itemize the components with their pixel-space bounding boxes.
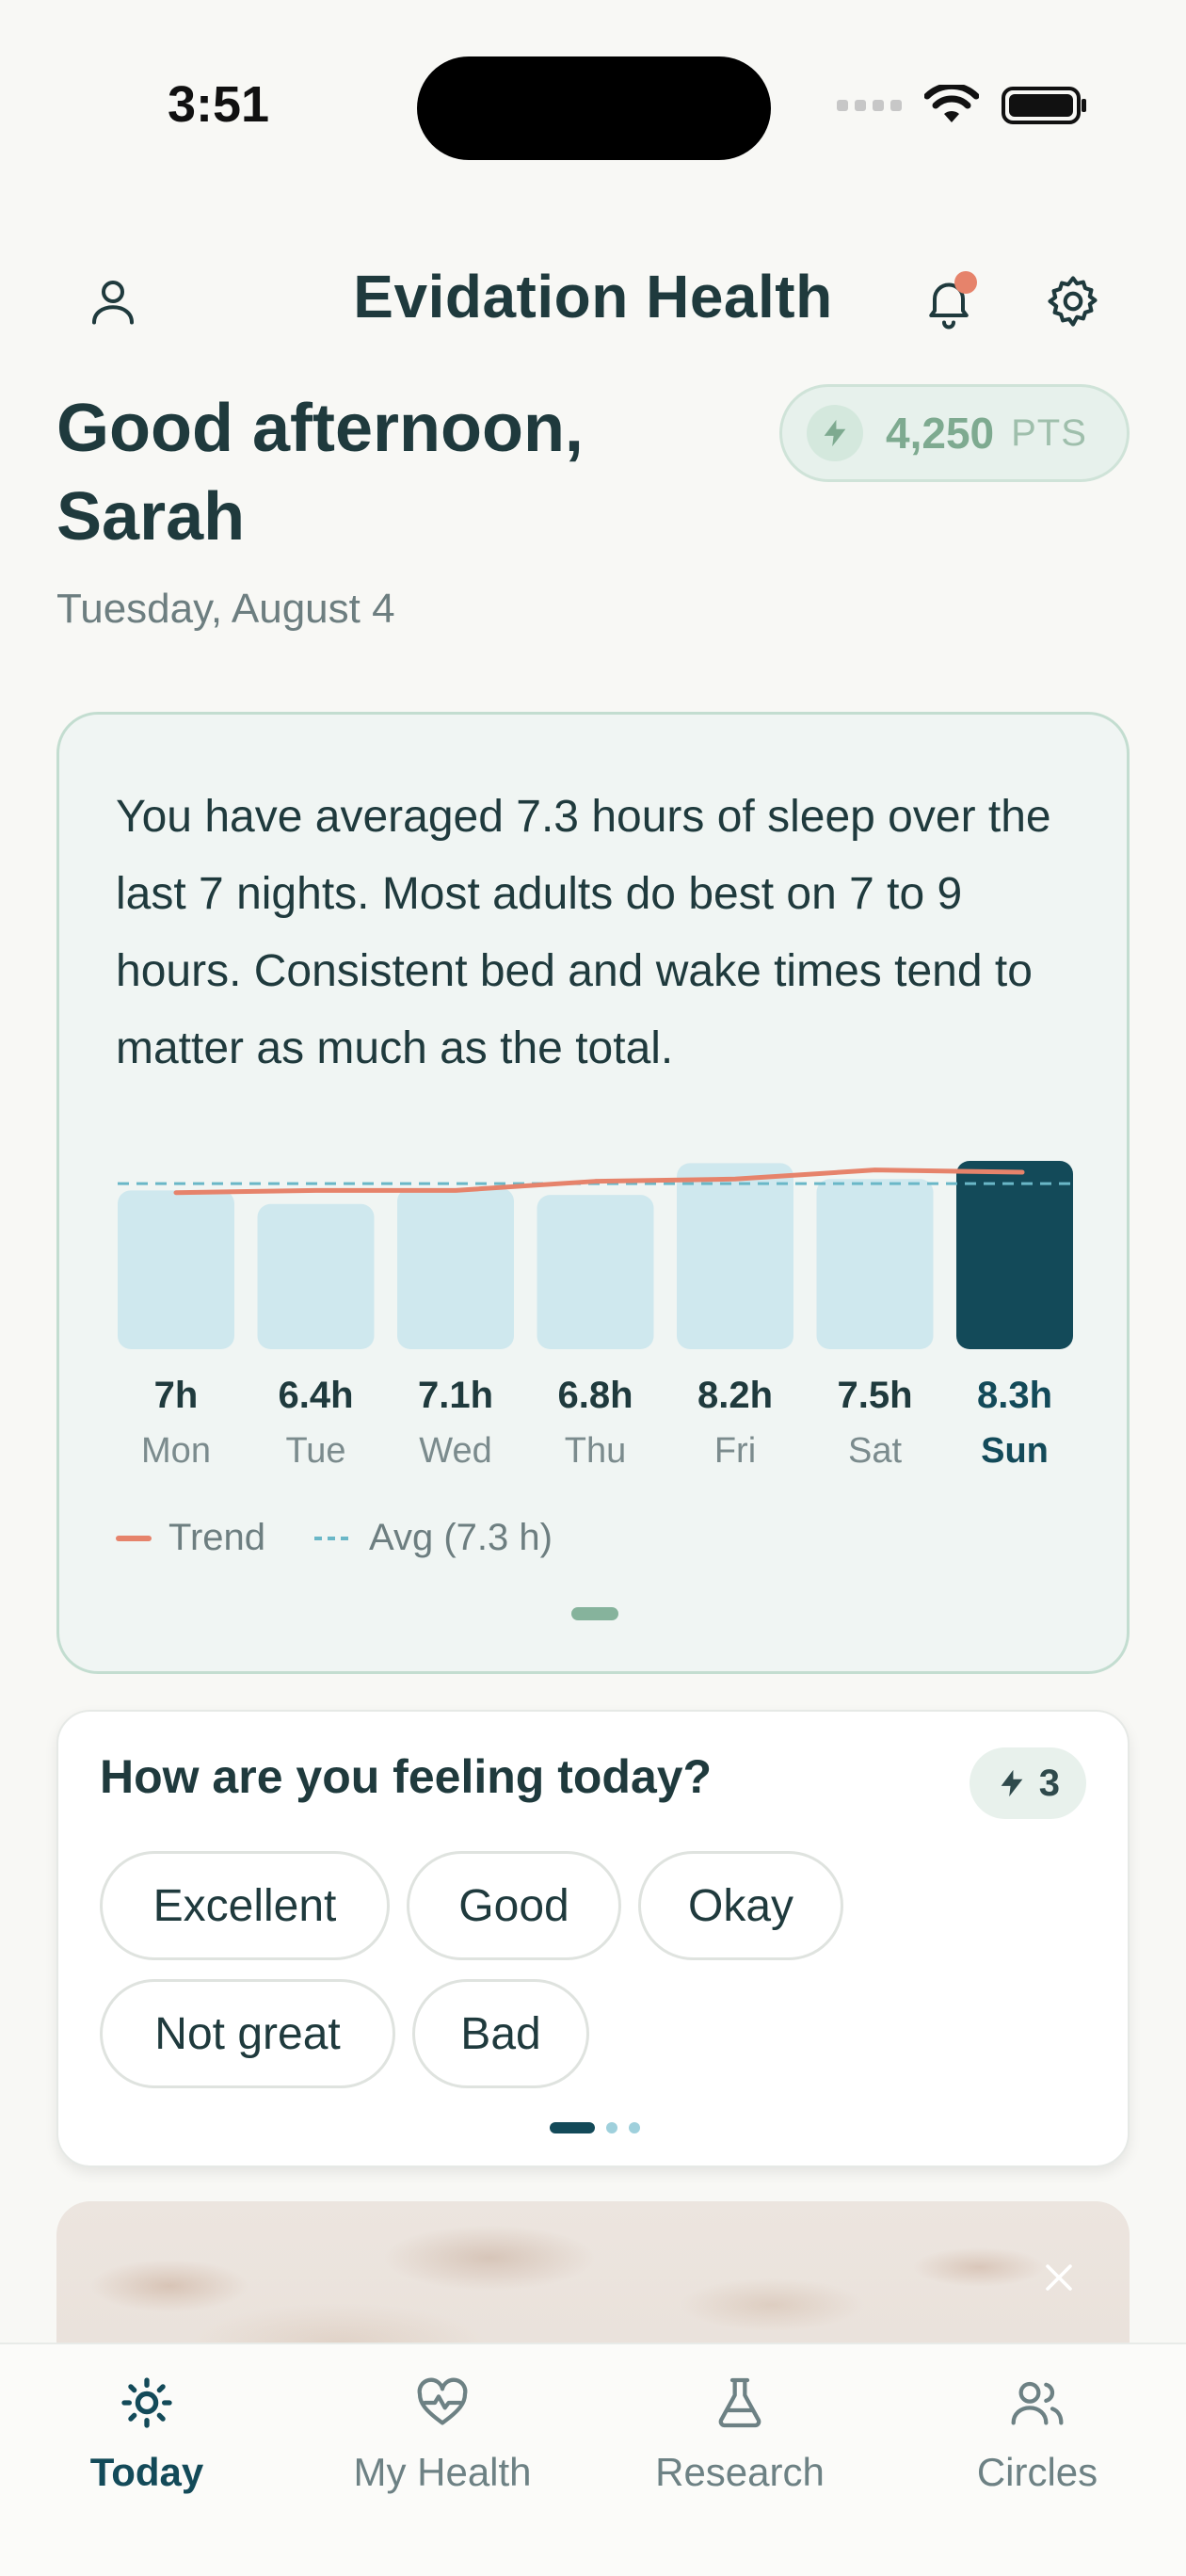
greeting-heading: Good afternoon, Sarah [56, 391, 584, 555]
tab-label: Today [89, 2450, 204, 2494]
cellular-signal-icon [837, 100, 902, 111]
day-label: Tue [285, 1431, 345, 1471]
sleep-bar-tue[interactable] [257, 1203, 375, 1349]
dynamic-island [417, 56, 771, 160]
bottom-tab-bar: Today My Health Research Circles [0, 2343, 1186, 2576]
users-icon [1000, 2365, 1075, 2440]
points-unit: PTS [1011, 411, 1087, 454]
day-label: Sun [981, 1431, 1049, 1471]
app-header: Evidation Health [0, 245, 1186, 348]
dismiss-card-button[interactable] [1035, 2254, 1082, 2301]
bolt-icon [807, 405, 863, 461]
sleep-bar-thu[interactable] [537, 1195, 654, 1349]
heart-pulse-icon [405, 2365, 480, 2440]
day-label: Wed [419, 1431, 491, 1471]
tab-research[interactable]: Research [599, 2365, 881, 2495]
tab-label: Research [655, 2450, 825, 2494]
page-dot [606, 2122, 617, 2133]
tab-my-health[interactable]: My Health [301, 2365, 584, 2495]
settings-button[interactable] [1035, 264, 1111, 339]
gear-icon [1048, 276, 1098, 327]
bar-value-label: 6.4h [278, 1375, 353, 1416]
tab-today[interactable]: Today [6, 2365, 288, 2495]
feeling-checkin-card: How are you feeling today? 3 Excellent G… [56, 1710, 1130, 2167]
avg-legend-swatch [314, 1536, 349, 1540]
sleep-bar-fri[interactable] [677, 1163, 793, 1349]
feeling-option-okay[interactable]: Okay [638, 1851, 843, 1960]
feeling-option-bad[interactable]: Bad [412, 1979, 589, 2088]
battery-icon [1002, 87, 1086, 124]
app-title: Evidation Health [353, 263, 833, 330]
feeling-points-value: 3 [1038, 1762, 1060, 1804]
bar-value-label: 7h [154, 1375, 199, 1416]
bar-value-label: 8.3h [977, 1375, 1052, 1416]
chart-legend: Trend Avg (7.3 h) [116, 1517, 553, 1559]
feeling-option-excellent[interactable]: Excellent [100, 1851, 390, 1960]
bar-value-label: 6.8h [557, 1375, 633, 1416]
day-label: Thu [565, 1431, 626, 1471]
tab-label: Circles [976, 2450, 1098, 2494]
page-dot-active [550, 2122, 595, 2133]
points-value: 4,250 [886, 409, 995, 458]
current-date: Tuesday, August 4 [56, 586, 395, 632]
feeling-option-not-great[interactable]: Not great [100, 1979, 395, 2088]
sleep-bar-mon[interactable] [118, 1190, 234, 1349]
feeling-points-badge: 3 [969, 1747, 1086, 1819]
feeling-question: How are you feeling today? [100, 1750, 713, 1803]
avg-legend-label: Avg (7.3 h) [369, 1517, 553, 1558]
bar-value-label: 8.2h [697, 1375, 773, 1416]
bar-value-label: 7.1h [418, 1375, 493, 1416]
trend-legend-label: Trend [168, 1517, 266, 1558]
sleep-bar-sun[interactable] [956, 1161, 1073, 1349]
sleep-insight-card[interactable]: You have averaged 7.3 hours of sleep ove… [56, 712, 1130, 1674]
tab-label: My Health [353, 2450, 532, 2494]
wifi-icon [924, 85, 979, 122]
card-page-dots [550, 2122, 640, 2133]
page-dot [629, 2122, 640, 2133]
notifications-button[interactable] [911, 264, 986, 339]
feeling-option-good[interactable]: Good [407, 1851, 621, 1960]
sleep-bar-sat[interactable] [816, 1179, 934, 1349]
trend-legend-swatch [116, 1535, 152, 1541]
status-time: 3:51 [168, 76, 270, 133]
notification-badge [954, 271, 977, 294]
points-badge[interactable]: 4,250 PTS [779, 384, 1130, 482]
close-icon [1046, 2264, 1072, 2291]
bar-value-label: 7.5h [837, 1375, 912, 1416]
sun-icon [109, 2365, 184, 2440]
day-label: Fri [714, 1431, 756, 1471]
tab-circles[interactable]: Circles [896, 2365, 1178, 2495]
day-label: Mon [141, 1431, 211, 1471]
flask-icon [702, 2365, 777, 2440]
card-page-indicator [571, 1607, 618, 1620]
screen: 3:51 Evidation Health Good afternoon, Sa… [0, 0, 1186, 2576]
sleep-bar-wed[interactable] [397, 1187, 514, 1349]
bolt-icon [1001, 1769, 1023, 1797]
day-label: Sat [848, 1431, 902, 1471]
status-icons [837, 85, 1088, 126]
